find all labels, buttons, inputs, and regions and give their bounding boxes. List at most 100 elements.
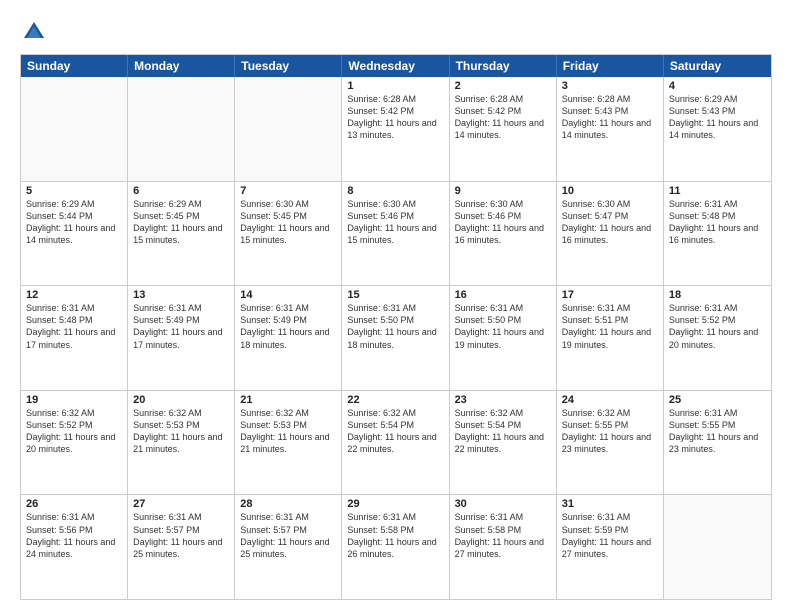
day-number: 3: [562, 80, 658, 92]
day-info: Sunrise: 6:32 AM Sunset: 5:54 PM Dayligh…: [347, 407, 443, 456]
day-cell: 5Sunrise: 6:29 AM Sunset: 5:44 PM Daylig…: [21, 182, 128, 286]
day-header: Sunday: [21, 55, 128, 77]
day-info: Sunrise: 6:31 AM Sunset: 5:50 PM Dayligh…: [455, 302, 551, 351]
calendar: SundayMondayTuesdayWednesdayThursdayFrid…: [20, 54, 772, 600]
day-header: Wednesday: [342, 55, 449, 77]
day-header: Friday: [557, 55, 664, 77]
day-info: Sunrise: 6:29 AM Sunset: 5:45 PM Dayligh…: [133, 198, 229, 247]
day-cell: 25Sunrise: 6:31 AM Sunset: 5:55 PM Dayli…: [664, 391, 771, 495]
week-row: 26Sunrise: 6:31 AM Sunset: 5:56 PM Dayli…: [21, 494, 771, 599]
day-info: Sunrise: 6:31 AM Sunset: 5:57 PM Dayligh…: [133, 511, 229, 560]
day-info: Sunrise: 6:31 AM Sunset: 5:49 PM Dayligh…: [133, 302, 229, 351]
day-info: Sunrise: 6:32 AM Sunset: 5:55 PM Dayligh…: [562, 407, 658, 456]
day-info: Sunrise: 6:31 AM Sunset: 5:58 PM Dayligh…: [347, 511, 443, 560]
day-cell: 21Sunrise: 6:32 AM Sunset: 5:53 PM Dayli…: [235, 391, 342, 495]
day-number: 28: [240, 498, 336, 510]
day-cell: 16Sunrise: 6:31 AM Sunset: 5:50 PM Dayli…: [450, 286, 557, 390]
day-cell: [128, 77, 235, 181]
day-cell: 13Sunrise: 6:31 AM Sunset: 5:49 PM Dayli…: [128, 286, 235, 390]
day-number: 5: [26, 185, 122, 197]
day-cell: 19Sunrise: 6:32 AM Sunset: 5:52 PM Dayli…: [21, 391, 128, 495]
day-number: 21: [240, 394, 336, 406]
day-number: 11: [669, 185, 766, 197]
day-cell: 29Sunrise: 6:31 AM Sunset: 5:58 PM Dayli…: [342, 495, 449, 599]
day-number: 4: [669, 80, 766, 92]
day-cell: 10Sunrise: 6:30 AM Sunset: 5:47 PM Dayli…: [557, 182, 664, 286]
day-info: Sunrise: 6:29 AM Sunset: 5:43 PM Dayligh…: [669, 93, 766, 142]
day-number: 29: [347, 498, 443, 510]
day-number: 18: [669, 289, 766, 301]
day-info: Sunrise: 6:31 AM Sunset: 5:48 PM Dayligh…: [26, 302, 122, 351]
day-cell: 3Sunrise: 6:28 AM Sunset: 5:43 PM Daylig…: [557, 77, 664, 181]
day-number: 24: [562, 394, 658, 406]
week-row: 5Sunrise: 6:29 AM Sunset: 5:44 PM Daylig…: [21, 181, 771, 286]
day-info: Sunrise: 6:31 AM Sunset: 5:55 PM Dayligh…: [669, 407, 766, 456]
day-info: Sunrise: 6:31 AM Sunset: 5:57 PM Dayligh…: [240, 511, 336, 560]
day-cell: 7Sunrise: 6:30 AM Sunset: 5:45 PM Daylig…: [235, 182, 342, 286]
logo: [20, 18, 52, 46]
day-info: Sunrise: 6:28 AM Sunset: 5:43 PM Dayligh…: [562, 93, 658, 142]
day-header: Tuesday: [235, 55, 342, 77]
day-cell: 26Sunrise: 6:31 AM Sunset: 5:56 PM Dayli…: [21, 495, 128, 599]
day-info: Sunrise: 6:28 AM Sunset: 5:42 PM Dayligh…: [455, 93, 551, 142]
day-info: Sunrise: 6:31 AM Sunset: 5:56 PM Dayligh…: [26, 511, 122, 560]
day-info: Sunrise: 6:31 AM Sunset: 5:50 PM Dayligh…: [347, 302, 443, 351]
day-info: Sunrise: 6:28 AM Sunset: 5:42 PM Dayligh…: [347, 93, 443, 142]
week-row: 1Sunrise: 6:28 AM Sunset: 5:42 PM Daylig…: [21, 77, 771, 181]
day-cell: 9Sunrise: 6:30 AM Sunset: 5:46 PM Daylig…: [450, 182, 557, 286]
page: SundayMondayTuesdayWednesdayThursdayFrid…: [0, 0, 792, 612]
day-number: 31: [562, 498, 658, 510]
day-number: 19: [26, 394, 122, 406]
day-info: Sunrise: 6:32 AM Sunset: 5:53 PM Dayligh…: [240, 407, 336, 456]
day-info: Sunrise: 6:32 AM Sunset: 5:52 PM Dayligh…: [26, 407, 122, 456]
day-info: Sunrise: 6:32 AM Sunset: 5:53 PM Dayligh…: [133, 407, 229, 456]
day-cell: 8Sunrise: 6:30 AM Sunset: 5:46 PM Daylig…: [342, 182, 449, 286]
day-number: 10: [562, 185, 658, 197]
day-info: Sunrise: 6:32 AM Sunset: 5:54 PM Dayligh…: [455, 407, 551, 456]
day-header: Thursday: [450, 55, 557, 77]
day-info: Sunrise: 6:30 AM Sunset: 5:47 PM Dayligh…: [562, 198, 658, 247]
day-number: 14: [240, 289, 336, 301]
day-info: Sunrise: 6:31 AM Sunset: 5:52 PM Dayligh…: [669, 302, 766, 351]
day-number: 27: [133, 498, 229, 510]
day-info: Sunrise: 6:31 AM Sunset: 5:48 PM Dayligh…: [669, 198, 766, 247]
day-number: 15: [347, 289, 443, 301]
logo-icon: [20, 18, 48, 46]
day-number: 16: [455, 289, 551, 301]
header: [20, 18, 772, 46]
day-cell: 14Sunrise: 6:31 AM Sunset: 5:49 PM Dayli…: [235, 286, 342, 390]
day-cell: [664, 495, 771, 599]
day-cell: 18Sunrise: 6:31 AM Sunset: 5:52 PM Dayli…: [664, 286, 771, 390]
day-number: 13: [133, 289, 229, 301]
day-number: 30: [455, 498, 551, 510]
day-cell: [21, 77, 128, 181]
day-cell: 17Sunrise: 6:31 AM Sunset: 5:51 PM Dayli…: [557, 286, 664, 390]
day-number: 17: [562, 289, 658, 301]
day-info: Sunrise: 6:31 AM Sunset: 5:49 PM Dayligh…: [240, 302, 336, 351]
day-number: 1: [347, 80, 443, 92]
day-number: 22: [347, 394, 443, 406]
day-header: Saturday: [664, 55, 771, 77]
day-headers: SundayMondayTuesdayWednesdayThursdayFrid…: [21, 55, 771, 77]
day-info: Sunrise: 6:31 AM Sunset: 5:51 PM Dayligh…: [562, 302, 658, 351]
day-info: Sunrise: 6:31 AM Sunset: 5:58 PM Dayligh…: [455, 511, 551, 560]
day-cell: 2Sunrise: 6:28 AM Sunset: 5:42 PM Daylig…: [450, 77, 557, 181]
day-cell: 31Sunrise: 6:31 AM Sunset: 5:59 PM Dayli…: [557, 495, 664, 599]
day-cell: 24Sunrise: 6:32 AM Sunset: 5:55 PM Dayli…: [557, 391, 664, 495]
day-number: 7: [240, 185, 336, 197]
day-number: 26: [26, 498, 122, 510]
day-info: Sunrise: 6:31 AM Sunset: 5:59 PM Dayligh…: [562, 511, 658, 560]
day-cell: 20Sunrise: 6:32 AM Sunset: 5:53 PM Dayli…: [128, 391, 235, 495]
day-header: Monday: [128, 55, 235, 77]
day-info: Sunrise: 6:30 AM Sunset: 5:45 PM Dayligh…: [240, 198, 336, 247]
week-row: 19Sunrise: 6:32 AM Sunset: 5:52 PM Dayli…: [21, 390, 771, 495]
day-info: Sunrise: 6:30 AM Sunset: 5:46 PM Dayligh…: [455, 198, 551, 247]
day-cell: 28Sunrise: 6:31 AM Sunset: 5:57 PM Dayli…: [235, 495, 342, 599]
day-info: Sunrise: 6:30 AM Sunset: 5:46 PM Dayligh…: [347, 198, 443, 247]
day-number: 2: [455, 80, 551, 92]
day-cell: 6Sunrise: 6:29 AM Sunset: 5:45 PM Daylig…: [128, 182, 235, 286]
day-number: 6: [133, 185, 229, 197]
day-cell: [235, 77, 342, 181]
day-cell: 1Sunrise: 6:28 AM Sunset: 5:42 PM Daylig…: [342, 77, 449, 181]
day-number: 23: [455, 394, 551, 406]
